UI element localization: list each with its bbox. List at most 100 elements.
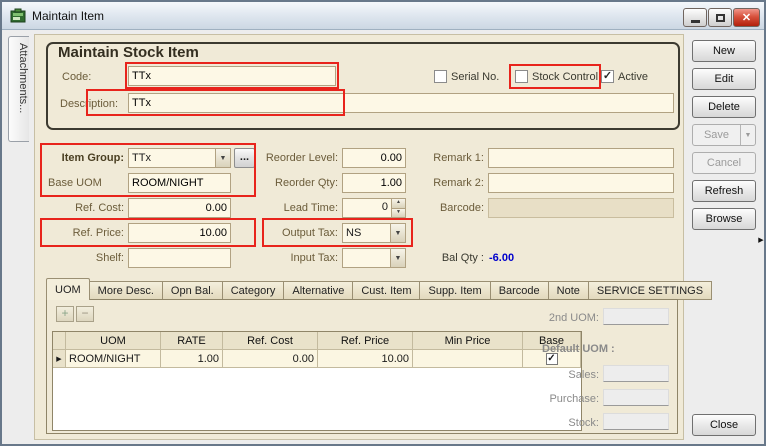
table-row[interactable]: ▶ ROOM/NIGHT 1.00 0.00 10.00 ✓ bbox=[53, 350, 581, 368]
remove-row-button[interactable]: − bbox=[76, 306, 94, 322]
output-tax-label: Output Tax: bbox=[256, 227, 338, 239]
add-row-button[interactable]: + bbox=[56, 306, 74, 322]
window-title: Maintain Item bbox=[32, 9, 104, 23]
grid-header-row: UOM RATE Ref. Cost Ref. Price Min Price … bbox=[53, 332, 581, 350]
cancel-button: Cancel bbox=[692, 152, 756, 174]
tab-note[interactable]: Note bbox=[549, 281, 589, 300]
input-tax-label: Input Tax: bbox=[256, 252, 338, 264]
second-uom-label: 2nd UOM: bbox=[522, 312, 599, 324]
attachments-tab[interactable]: Attachments... bbox=[8, 36, 29, 142]
item-group-select[interactable]: TTx ▼ bbox=[128, 148, 231, 168]
panel-collapse-arrow[interactable]: ▶ bbox=[756, 226, 766, 254]
lead-time-stepper[interactable]: 0 ▲ ▼ bbox=[342, 198, 406, 218]
tab-cust-item[interactable]: Cust. Item bbox=[353, 281, 420, 300]
col-uom[interactable]: UOM bbox=[66, 332, 161, 350]
tab-supp-item[interactable]: Supp. Item bbox=[420, 281, 490, 300]
page-title: Maintain Stock Item bbox=[58, 44, 199, 61]
stock-control-checkbox[interactable] bbox=[515, 70, 528, 83]
tab-alternative[interactable]: Alternative bbox=[284, 281, 353, 300]
serial-no-checkbox[interactable] bbox=[434, 70, 447, 83]
default-uom-title: Default UOM : bbox=[542, 343, 615, 355]
remark2-label: Remark 2: bbox=[410, 177, 484, 189]
code-label: Code: bbox=[62, 71, 91, 83]
shelf-input[interactable] bbox=[128, 248, 231, 268]
ref-cost-input[interactable] bbox=[128, 198, 231, 218]
default-uom-sales-input bbox=[603, 365, 669, 382]
spin-down-icon[interactable]: ▼ bbox=[392, 209, 405, 218]
ref-cost-label: Ref. Cost: bbox=[40, 202, 124, 214]
code-input[interactable] bbox=[128, 66, 336, 86]
item-group-browse-button[interactable]: ... bbox=[234, 148, 255, 168]
chevron-down-icon[interactable]: ▼ bbox=[215, 149, 230, 167]
base-uom-label: Base UOM bbox=[48, 177, 102, 189]
close-button[interactable]: ✕ bbox=[733, 8, 760, 27]
lead-time-label: Lead Time: bbox=[256, 202, 338, 214]
item-group-label: Item Group: bbox=[40, 152, 124, 164]
col-ref-price[interactable]: Ref. Price bbox=[318, 332, 413, 350]
close-dialog-button[interactable]: Close bbox=[692, 414, 756, 436]
barcode-label: Barcode: bbox=[410, 202, 484, 214]
grid-empty-area bbox=[53, 368, 581, 430]
minimize-button[interactable] bbox=[683, 8, 707, 27]
default-uom-purchase-input bbox=[603, 389, 669, 406]
spin-up-icon[interactable]: ▲ bbox=[392, 199, 405, 209]
reorder-qty-label: Reorder Qty: bbox=[256, 177, 338, 189]
ref-price-input[interactable] bbox=[128, 223, 231, 243]
maintain-item-window: Maintain Item ✕ Attachments... Maintain … bbox=[0, 0, 766, 446]
output-tax-select[interactable]: NS ▼ bbox=[342, 223, 406, 243]
col-min-price[interactable]: Min Price bbox=[413, 332, 523, 350]
cell-rate[interactable]: 1.00 bbox=[161, 350, 223, 368]
new-button[interactable]: New bbox=[692, 40, 756, 62]
ref-price-label: Ref. Price: bbox=[40, 227, 124, 239]
cell-uom[interactable]: ROOM/NIGHT bbox=[66, 350, 161, 368]
tab-service-settings[interactable]: SERVICE SETTINGS bbox=[589, 281, 712, 300]
serial-no-label: Serial No. bbox=[451, 71, 499, 83]
close-icon: ✕ bbox=[742, 11, 751, 24]
refresh-button[interactable]: Refresh bbox=[692, 180, 756, 202]
reorder-qty-input[interactable] bbox=[342, 173, 406, 193]
tab-uom[interactable]: UOM bbox=[46, 278, 90, 300]
reorder-level-input[interactable] bbox=[342, 148, 406, 168]
shelf-label: Shelf: bbox=[40, 252, 124, 264]
default-uom-sales-label: Sales: bbox=[522, 369, 599, 381]
col-ref-cost[interactable]: Ref. Cost bbox=[223, 332, 318, 350]
active-label: Active bbox=[618, 71, 648, 83]
bal-qty-value: -6.00 bbox=[489, 252, 514, 264]
browse-button[interactable]: Browse bbox=[692, 208, 756, 230]
default-uom-stock-label: Stock: bbox=[522, 417, 599, 429]
description-input[interactable] bbox=[128, 93, 674, 113]
grid-corner bbox=[53, 332, 66, 350]
active-checkbox[interactable]: ✓ bbox=[601, 70, 614, 83]
cell-min-price[interactable] bbox=[413, 350, 523, 368]
row-marker-icon: ▶ bbox=[53, 350, 66, 368]
cell-ref-cost[interactable]: 0.00 bbox=[223, 350, 318, 368]
base-uom-input[interactable] bbox=[128, 173, 231, 193]
remark2-input[interactable] bbox=[488, 173, 674, 193]
chevron-down-icon[interactable]: ▼ bbox=[390, 249, 405, 267]
tab-barcode[interactable]: Barcode bbox=[491, 281, 549, 300]
remark1-label: Remark 1: bbox=[410, 152, 484, 164]
minimize-icon bbox=[691, 20, 700, 23]
app-icon bbox=[10, 8, 26, 24]
barcode-input[interactable] bbox=[488, 198, 674, 218]
cell-ref-price[interactable]: 10.00 bbox=[318, 350, 413, 368]
maximize-button[interactable] bbox=[708, 8, 732, 27]
description-label: Description: bbox=[60, 98, 118, 110]
save-button: Save ▼ bbox=[692, 124, 756, 146]
second-uom-input bbox=[603, 308, 669, 325]
title-bar[interactable]: Maintain Item ✕ bbox=[2, 2, 764, 30]
default-uom-purchase-label: Purchase: bbox=[522, 393, 599, 405]
delete-button[interactable]: Delete bbox=[692, 96, 756, 118]
remark1-input[interactable] bbox=[488, 148, 674, 168]
col-rate[interactable]: RATE bbox=[161, 332, 223, 350]
uom-grid: UOM RATE Ref. Cost Ref. Price Min Price … bbox=[52, 331, 582, 431]
input-tax-select[interactable]: ▼ bbox=[342, 248, 406, 268]
chevron-down-icon[interactable]: ▼ bbox=[390, 224, 405, 242]
bal-qty-label: Bal Qty : bbox=[410, 252, 484, 264]
edit-button[interactable]: Edit bbox=[692, 68, 756, 90]
tab-more-desc[interactable]: More Desc. bbox=[90, 281, 163, 300]
tab-category[interactable]: Category bbox=[223, 281, 285, 300]
check-icon: ✓ bbox=[603, 70, 612, 82]
tab-opn-bal[interactable]: Opn Bal. bbox=[163, 281, 223, 300]
detail-tabs: UOM More Desc. Opn Bal. Category Alterna… bbox=[46, 278, 712, 300]
